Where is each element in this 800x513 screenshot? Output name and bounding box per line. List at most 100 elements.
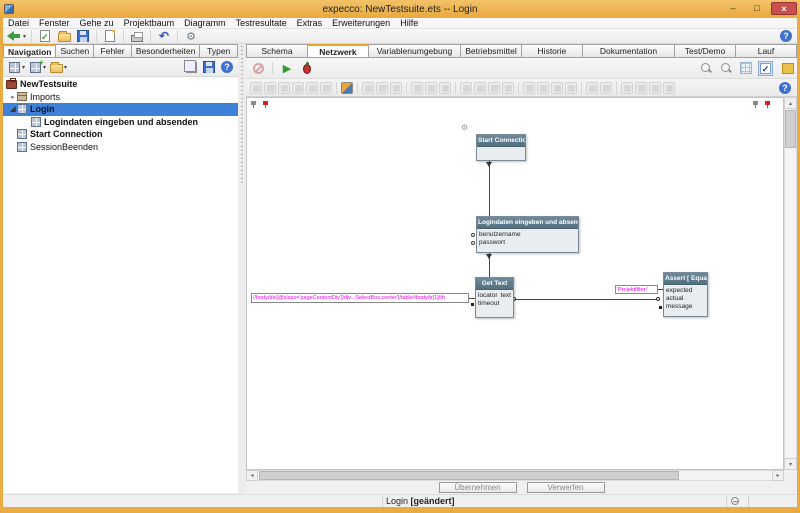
settings-gear-icon[interactable]: ⚙ (183, 29, 199, 43)
maximize-button[interactable]: □ (747, 2, 767, 15)
enable-step-icon[interactable] (460, 82, 472, 94)
menu-projektbaum[interactable]: Projektbaum (119, 18, 180, 28)
horizontal-scroll-thumb[interactable] (259, 471, 679, 480)
print-icon[interactable] (129, 29, 145, 43)
node-assert-equal[interactable]: Assert [ Equal ] expected actual message (663, 272, 708, 317)
network-diagram-canvas[interactable]: ⚙ Start Connection Logindaten eingeben u… (246, 97, 784, 470)
save-icon[interactable] (75, 29, 91, 43)
panel-splitter[interactable] (238, 44, 246, 493)
menu-testresultate[interactable]: Testresultate (231, 18, 292, 28)
insert-below-icon[interactable] (390, 82, 402, 94)
pin-red-icon[interactable] (765, 101, 770, 108)
tab-test-demo[interactable]: Test/Demo (675, 44, 736, 58)
input-pin-dot[interactable] (656, 297, 660, 301)
stop-icon[interactable] (250, 61, 266, 75)
pin-red-icon[interactable] (263, 101, 268, 108)
back-icon[interactable] (6, 29, 22, 43)
expand-arrow-icon[interactable] (9, 105, 17, 113)
undo-icon[interactable]: ↶ (156, 29, 172, 43)
tree-item-logindaten[interactable]: Logindaten eingeben und absenden (3, 116, 238, 129)
close-button[interactable]: × (771, 2, 797, 15)
tab-typen[interactable]: Typen (200, 44, 238, 58)
node-logindaten[interactable]: Logindaten eingeben und absenden benutze… (476, 216, 579, 253)
apply-button[interactable]: Übernehmen (439, 482, 517, 493)
zoom-out-icon[interactable] (698, 61, 714, 75)
insert-left-icon[interactable] (362, 82, 374, 94)
disable-step-icon[interactable] (474, 82, 486, 94)
new-folder-dropdown-icon[interactable]: ▾ (64, 64, 67, 71)
tab-navigation[interactable]: Navigation (3, 44, 56, 58)
menu-erweiterungen[interactable]: Erweiterungen (327, 18, 395, 28)
tab-schema[interactable]: Schema (246, 44, 308, 58)
tab-variablenumgebung[interactable]: Variablenumgebung (369, 44, 461, 58)
tab-fehler[interactable]: Fehler (94, 44, 132, 58)
tab-betriebsmittel[interactable]: Betriebsmittel (461, 44, 522, 58)
menu-gehe-zu[interactable]: Gehe zu (75, 18, 119, 28)
filter-value-label[interactable]: 'Projektfilter:' (615, 285, 658, 294)
back-dropdown-icon[interactable]: ▾ (23, 33, 26, 40)
palette-icon[interactable] (777, 61, 793, 75)
node-get-text[interactable]: Get Text locator text timeout (475, 277, 514, 318)
new-connection-icon[interactable] (411, 82, 423, 94)
tab-besonderheiten[interactable]: Besonderheiten (132, 44, 201, 58)
pin-gray-icon[interactable] (251, 101, 256, 108)
menu-diagramm[interactable]: Diagramm (179, 18, 231, 28)
collapse-arrow-icon[interactable] (9, 93, 17, 101)
distribute-v-icon[interactable] (600, 82, 612, 94)
vertical-scroll-thumb[interactable] (785, 110, 796, 148)
menu-hilfe[interactable]: Hilfe (395, 18, 423, 28)
node-start-connection[interactable]: Start Connection (476, 134, 526, 161)
new-block-dropdown-icon[interactable]: ▾ (22, 64, 25, 71)
align-center-v-icon[interactable] (320, 82, 332, 94)
rotate-left-icon[interactable] (523, 82, 535, 94)
tab-historie[interactable]: Historie (522, 44, 583, 58)
tree-item-newtestsuite[interactable]: NewTestsuite (3, 78, 238, 91)
menu-datei[interactable]: Datei (3, 18, 34, 28)
discard-button[interactable]: Verwerfen (527, 482, 605, 493)
auto-connect-icon[interactable] (439, 82, 451, 94)
tree-item-start-connection[interactable]: Start Connection (3, 128, 238, 141)
pin-mode-1-icon[interactable] (621, 82, 633, 94)
tab-lauf[interactable]: Lauf (736, 44, 797, 58)
align-bottom-icon[interactable] (292, 82, 304, 94)
tab-dokumentation[interactable]: Dokumentation (583, 44, 675, 58)
input-pin-dot[interactable] (471, 241, 475, 245)
edit-frame-icon[interactable] (425, 82, 437, 94)
input-pin-dot[interactable] (471, 233, 475, 237)
menu-fenster[interactable]: Fenster (34, 18, 75, 28)
pin-mode-3-icon[interactable] (649, 82, 661, 94)
align-right-icon[interactable] (264, 82, 276, 94)
align-center-h-icon[interactable] (306, 82, 318, 94)
align-left-icon[interactable] (250, 82, 262, 94)
minimize-button[interactable]: – (723, 2, 743, 15)
pin-mode-2-icon[interactable] (635, 82, 647, 94)
insert-above-icon[interactable] (376, 82, 388, 94)
copy-icon[interactable] (183, 60, 199, 74)
vertical-scrollbar[interactable] (784, 97, 797, 470)
tree-item-imports[interactable]: Imports (3, 91, 238, 104)
default-value-pin[interactable] (659, 306, 662, 309)
help-icon[interactable]: ? (777, 81, 793, 95)
tree-item-login[interactable]: Login (3, 103, 238, 116)
add-block-icon[interactable]: + (27, 60, 43, 74)
new-window-icon[interactable] (102, 29, 118, 43)
menu-extras[interactable]: Extras (292, 18, 328, 28)
clear-breakpoint-icon[interactable] (502, 82, 514, 94)
debug-icon[interactable] (299, 61, 315, 75)
scroll-up-icon[interactable]: ▴ (784, 97, 797, 109)
diagram-settings-icon[interactable] (341, 82, 353, 94)
title-bar[interactable]: expecco: NewTestsuite.ets -- Login – □ × (0, 0, 800, 18)
pin-mode-4-icon[interactable] (663, 82, 675, 94)
reset-layout-icon[interactable] (565, 82, 577, 94)
flip-vertical-icon[interactable] (551, 82, 563, 94)
run-icon[interactable]: ▶ (279, 61, 295, 75)
rotate-right-icon[interactable] (537, 82, 549, 94)
scroll-right-icon[interactable]: ▸ (772, 470, 784, 481)
help-icon[interactable]: ? (219, 60, 235, 74)
default-value-pin[interactable] (471, 303, 474, 306)
scroll-left-icon[interactable]: ◂ (246, 470, 258, 481)
new-folder-icon[interactable] (48, 60, 64, 74)
scroll-down-icon[interactable]: ▾ (784, 458, 797, 470)
new-block-icon[interactable] (6, 60, 22, 74)
tab-suchen[interactable]: Suchen (56, 44, 94, 58)
